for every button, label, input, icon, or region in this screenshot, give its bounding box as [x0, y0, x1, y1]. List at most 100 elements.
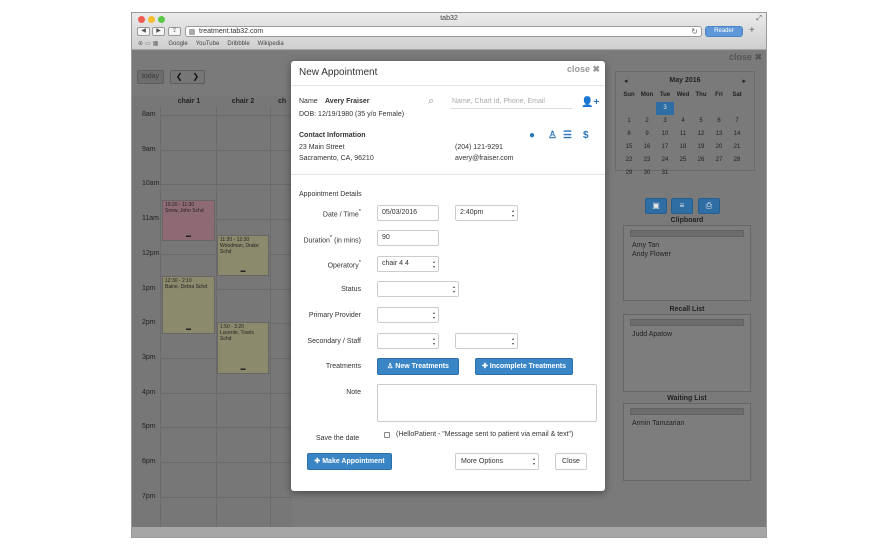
duration-input[interactable]: 90 [377, 230, 439, 246]
appointment-event[interactable]: 11:20 - 12:30 Woodman, Drake Schd ▬ [217, 235, 269, 276]
weekday-header: Fri [715, 92, 723, 98]
column-divider [216, 107, 217, 527]
day-cell[interactable]: 30 [638, 167, 656, 180]
print-button[interactable]: ⎙ [698, 198, 720, 214]
next-month-button[interactable]: ▸ [742, 77, 746, 85]
patient-dob: DOB: 12/19/1980 (35 y/o Female) [299, 111, 405, 118]
modal-close-button[interactable]: close ✖ [567, 64, 600, 75]
appointment-event[interactable]: 1:50 - 3:20 Lucente, Travis Schd ▬ [217, 322, 269, 374]
staff-select[interactable] [455, 333, 518, 349]
clipboard-search[interactable] [630, 230, 744, 237]
person-icon[interactable]: ● [529, 130, 535, 141]
day-cell[interactable]: 9 [638, 128, 656, 141]
waiting-search[interactable] [630, 408, 744, 415]
weekday-header: Thu [695, 92, 707, 98]
patient-search-input[interactable]: Name, Chart Id, Phone, Email [450, 98, 572, 109]
details-title: Appointment Details [299, 191, 362, 198]
day-cell[interactable]: 31 [656, 167, 674, 180]
day-cell[interactable]: 25 [674, 154, 692, 167]
bookmark-link[interactable]: YouTube [196, 41, 220, 47]
day-cell[interactable]: 10 [656, 128, 674, 141]
weekday-header: Tue [659, 92, 671, 98]
time-label: 4pm [142, 388, 156, 396]
duration-label: Duration* (in mins) [303, 235, 361, 245]
status-select[interactable] [377, 281, 459, 297]
list-item[interactable]: Andy Flower [632, 250, 671, 259]
day-cell[interactable]: 27 [710, 154, 728, 167]
day-cell[interactable]: 1 [620, 115, 638, 128]
fullscreen-icon[interactable]: ⤢ [756, 15, 762, 23]
more-options-select[interactable]: More Options [455, 453, 539, 470]
bookmark-link[interactable]: Wikipedia [258, 41, 284, 47]
add-patient-icon[interactable]: 👤+ [581, 97, 599, 108]
hellopatient-checkbox[interactable] [384, 432, 390, 438]
recall-title: Recall List [669, 306, 705, 313]
day-cell[interactable]: 3 [656, 102, 674, 115]
day-cell[interactable]: 15 [620, 141, 638, 154]
list-item[interactable]: Judd Apatow [632, 330, 672, 339]
column-divider [160, 107, 161, 527]
day-cell[interactable]: 22 [620, 154, 638, 167]
back-button[interactable]: ◀ [137, 27, 150, 36]
new-tab-icon[interactable]: + [749, 25, 755, 36]
primary-provider-select[interactable] [377, 307, 439, 323]
day-cell[interactable]: 6 [710, 115, 728, 128]
new-treatments-button[interactable]: ♙ New Treatments [377, 358, 459, 375]
incomplete-treatments-button[interactable]: ✚ Incomplete Treatments [475, 358, 573, 375]
print-icon: ⎙ [705, 201, 713, 210]
close-button[interactable]: Close [555, 453, 587, 470]
next-day-button[interactable]: ❯ [188, 71, 205, 83]
day-cell[interactable]: 14 [728, 128, 746, 141]
day-cell[interactable]: 8 [620, 128, 638, 141]
day-cell[interactable]: 11 [674, 128, 692, 141]
time-select[interactable]: 2:40pm [455, 205, 518, 221]
day-cell[interactable]: 17 [656, 141, 674, 154]
appointment-event[interactable]: 10:20 - 11:30 Snow, John Schd ▬ [162, 200, 215, 241]
reader-button[interactable]: Reader [705, 26, 743, 37]
day-cell[interactable]: 13 [710, 128, 728, 141]
clipboard-panel: Amy Tan Andy Flower [623, 225, 751, 301]
day-cell[interactable]: 29 [620, 167, 638, 180]
day-cell[interactable]: 28 [728, 154, 746, 167]
bookmark-link[interactable]: Dribbble [227, 41, 249, 47]
day-cell[interactable]: 21 [728, 141, 746, 154]
address-bar[interactable]: treatment.tab32.com ↻ [185, 26, 702, 37]
reload-icon[interactable]: ↻ [691, 27, 698, 36]
list-button[interactable]: ≡ [671, 198, 693, 214]
appointment-event[interactable]: 12:30 - 2:10 Baine, Debra Schd ▬ [162, 276, 215, 334]
today-button[interactable]: today [137, 70, 164, 84]
day-cell[interactable]: 20 [710, 141, 728, 154]
day-cell[interactable]: 16 [638, 141, 656, 154]
weekday-header: Sun [623, 92, 635, 98]
day-cell[interactable]: 2 [638, 115, 656, 128]
day-cell[interactable]: 7 [728, 115, 746, 128]
secondary-select[interactable] [377, 333, 439, 349]
list-item[interactable]: Armin Tamzarian [632, 419, 684, 428]
day-cell[interactable]: 12 [692, 128, 710, 141]
day-cell[interactable]: 24 [656, 154, 674, 167]
forward-button[interactable]: ▶ [152, 27, 165, 36]
date-input[interactable]: 05/03/2016 [377, 205, 439, 221]
note-textarea[interactable] [377, 384, 597, 422]
day-cell[interactable]: 18 [674, 141, 692, 154]
recall-search[interactable] [630, 319, 744, 326]
reading-list-icon[interactable]: ⊕▭▦ [138, 40, 160, 47]
operatory-select[interactable]: chair 4 4 [377, 256, 439, 272]
day-cell[interactable]: 4 [674, 115, 692, 128]
time-label: 8am [142, 111, 156, 118]
day-cell[interactable]: 5 [692, 115, 710, 128]
add-calendar-button[interactable]: ▣ [645, 198, 667, 214]
day-cell[interactable]: 26 [692, 154, 710, 167]
tooth-icon[interactable]: ♙ [548, 130, 557, 141]
make-appointment-button[interactable]: ✚ Make Appointment [307, 453, 392, 470]
bookmark-link[interactable]: Google [168, 41, 187, 47]
dollar-icon[interactable]: $ [583, 130, 589, 141]
list-check-icon[interactable]: ☰ [563, 130, 572, 141]
share-icon[interactable]: ⇪ [168, 27, 181, 36]
day-cell[interactable]: 23 [638, 154, 656, 167]
list-item[interactable]: Amy Tan [632, 241, 671, 250]
prev-day-button[interactable]: ❮ [171, 71, 188, 83]
contact-city: Sacramento, CA, 96210 [299, 155, 374, 162]
day-cell[interactable]: 19 [692, 141, 710, 154]
day-cell[interactable]: 3 [656, 115, 674, 128]
